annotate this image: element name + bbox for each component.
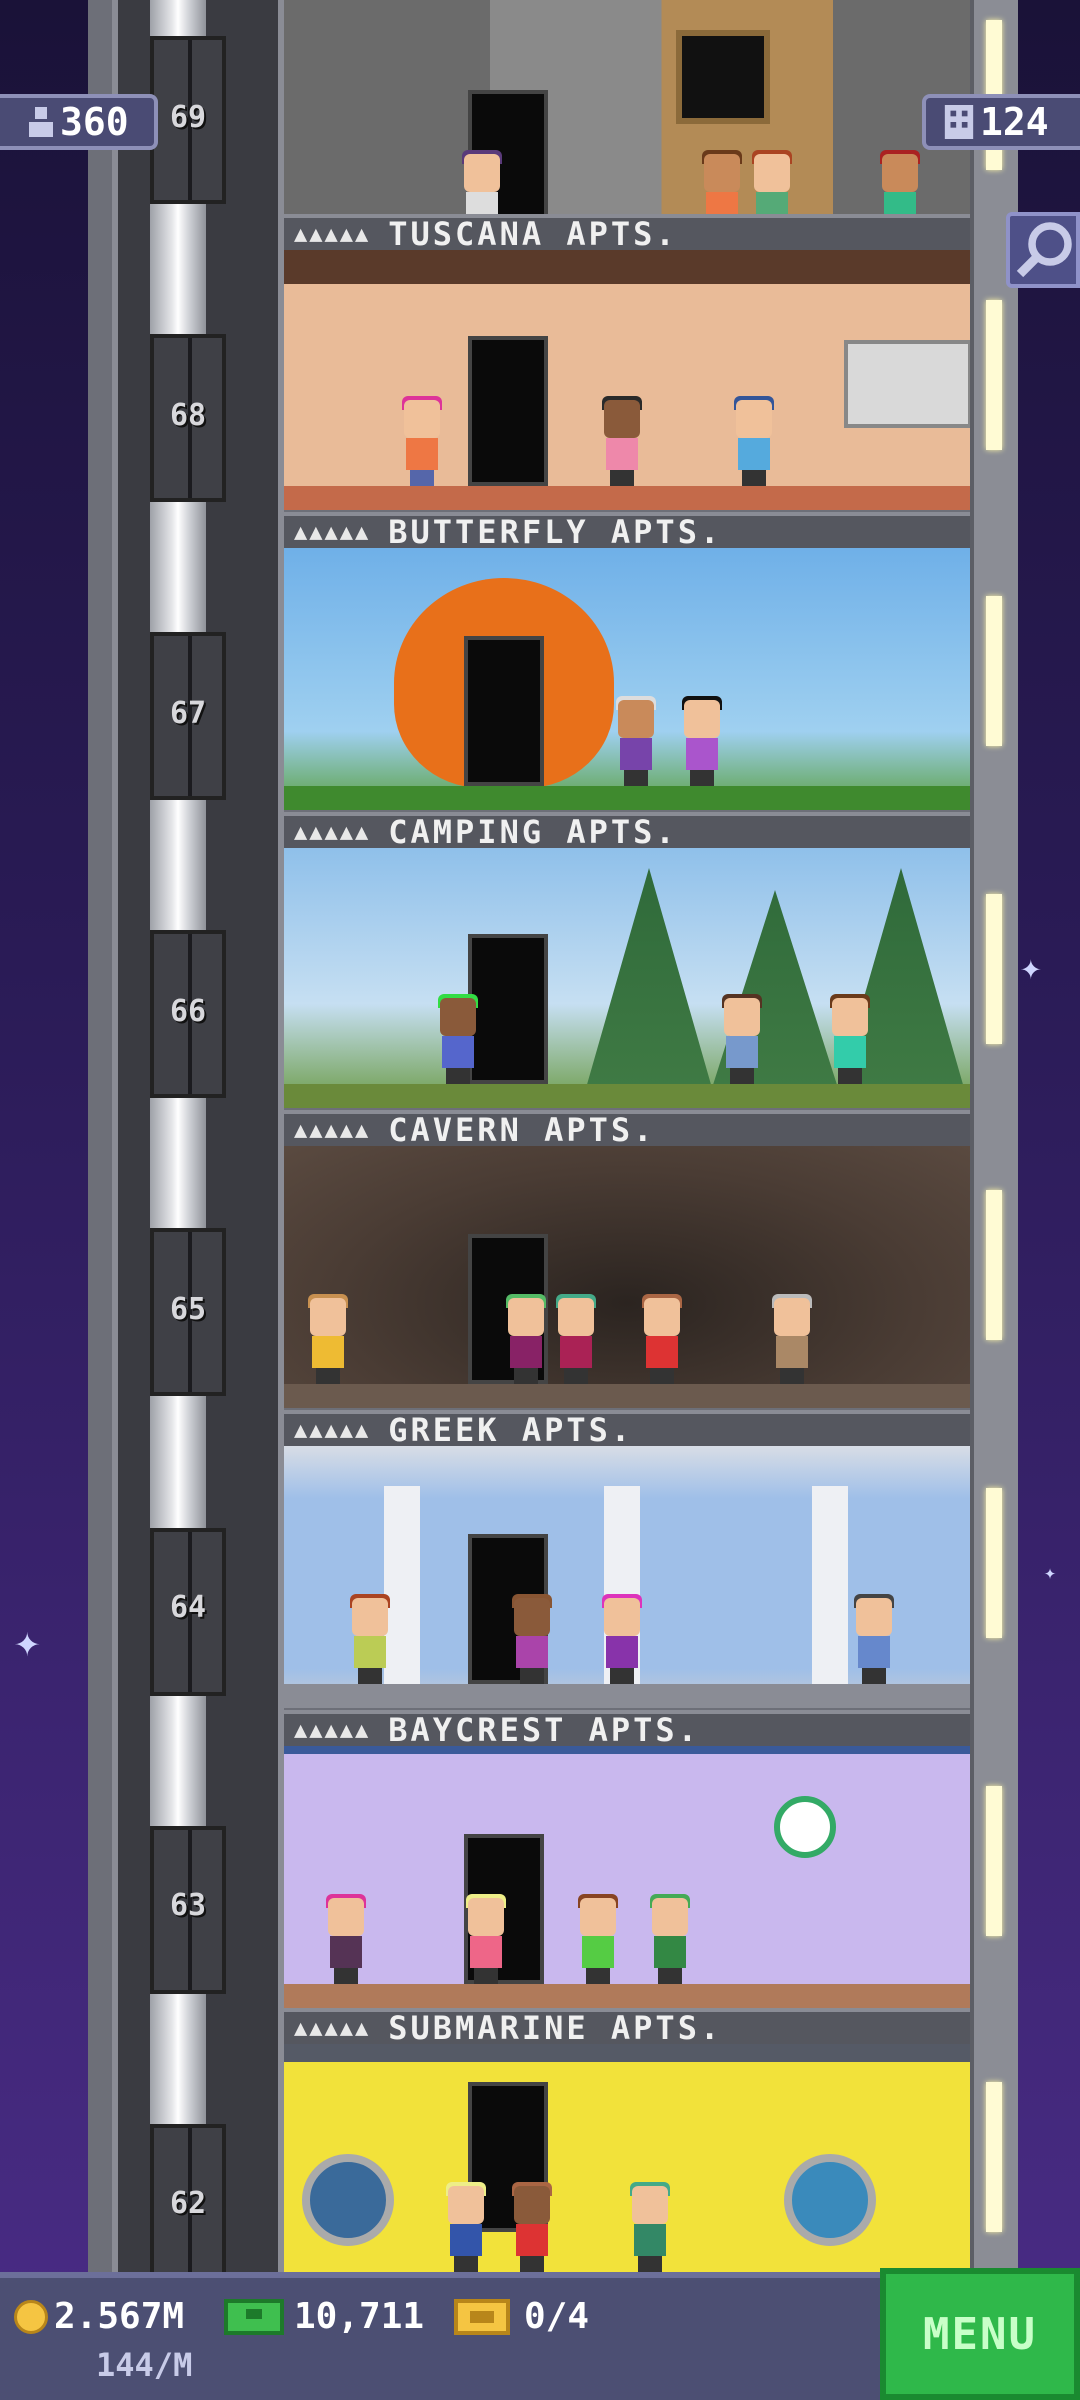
floor-number: 65 xyxy=(169,1292,207,1327)
tenant-sprite[interactable] xyxy=(732,396,776,486)
coins-value: 2.567M xyxy=(54,2296,185,2337)
tenant-sprite[interactable] xyxy=(614,696,658,786)
floor-number: 66 xyxy=(169,994,207,1029)
tower-light xyxy=(986,1488,1002,1638)
tenant-sprite[interactable] xyxy=(554,1294,598,1384)
floor-number: 64 xyxy=(169,1590,207,1625)
coins-stat[interactable]: 2.567M xyxy=(14,2296,184,2337)
tower-light xyxy=(986,2082,1002,2232)
floor-sign[interactable]: ▲▲▲▲▲ GREEK APTS. xyxy=(284,1410,970,1449)
floor-65[interactable] xyxy=(284,1146,970,1408)
star-sparkle: ✦ xyxy=(1020,947,1042,988)
menu-button[interactable]: MENU xyxy=(880,2268,1080,2400)
floor-sign[interactable]: ▲▲▲▲▲ CAMPING APTS. xyxy=(284,812,970,851)
ticket-icon xyxy=(454,2298,510,2335)
floor-number: 69 xyxy=(169,100,207,135)
tower-light xyxy=(986,1786,1002,1936)
building-icon xyxy=(944,105,974,139)
floor-count: 124 xyxy=(980,100,1049,144)
tenant-sprite[interactable] xyxy=(640,1294,684,1384)
floor-67[interactable] xyxy=(284,548,970,810)
tenant-sprite[interactable] xyxy=(348,1594,392,1684)
rating-stars: ▲▲▲▲▲ xyxy=(294,519,371,545)
floor-63[interactable] xyxy=(284,1746,970,2008)
tower-light xyxy=(986,300,1002,450)
tenant-sprite[interactable] xyxy=(436,994,480,1084)
floor-name: BAYCREST APTS. xyxy=(388,1711,700,1749)
floor-name: TUSCANA APTS. xyxy=(388,215,678,253)
menu-label: MENU xyxy=(923,2308,1037,2360)
tower-light xyxy=(986,1190,1002,1340)
tenant-sprite[interactable] xyxy=(828,994,872,1084)
floor-sign[interactable]: ▲▲▲▲▲ CAVERN APTS. xyxy=(284,1110,970,1149)
tenant-sprite[interactable] xyxy=(464,1894,508,1984)
floor-name: BUTTERFLY APTS. xyxy=(388,513,723,551)
tenant-sprite[interactable] xyxy=(770,1294,814,1384)
tenant-sprite[interactable] xyxy=(680,696,724,786)
population-count: 360 xyxy=(60,100,129,144)
star-sparkle: ✦ xyxy=(14,1616,41,1667)
bux-stat[interactable]: 10,711 xyxy=(224,2296,424,2337)
tower-light xyxy=(986,894,1002,1044)
rating-stars: ▲▲▲▲▲ xyxy=(294,1417,371,1443)
bux-icon xyxy=(224,2298,284,2335)
floor-66[interactable] xyxy=(284,848,970,1108)
coins-per-min-value: 144/M xyxy=(96,2346,193,2384)
floor-number: 63 xyxy=(169,1888,207,1923)
rating-stars: ▲▲▲▲▲ xyxy=(294,1117,371,1143)
tickets-value: 0/4 xyxy=(524,2296,590,2337)
floor-name: GREEK APTS. xyxy=(388,1411,634,1449)
floor-name: SUBMARINE APTS. xyxy=(388,2009,723,2047)
tower-light xyxy=(986,596,1002,746)
person-icon xyxy=(29,107,53,137)
tenant-sprite[interactable] xyxy=(720,994,764,1084)
tenant-sprite[interactable] xyxy=(510,1594,554,1684)
magnifier-icon xyxy=(1016,222,1072,278)
rating-stars: ▲▲▲▲▲ xyxy=(294,1717,371,1743)
floor-sign[interactable]: ▲▲▲▲▲ BAYCREST APTS. xyxy=(284,1710,970,1749)
floor-68[interactable] xyxy=(284,250,970,510)
floors-badge[interactable]: 124 xyxy=(922,94,1080,150)
tenant-sprite[interactable] xyxy=(510,2182,554,2272)
bux-value: 10,711 xyxy=(294,2296,425,2337)
search-button[interactable] xyxy=(1006,212,1080,288)
tickets-stat[interactable]: 0/4 xyxy=(454,2296,589,2337)
tenant-sprite[interactable] xyxy=(324,1894,368,1984)
tenant-sprite[interactable] xyxy=(600,396,644,486)
floor-number: 62 xyxy=(169,2186,207,2221)
tenant-sprite[interactable] xyxy=(600,1594,644,1684)
floor-number: 67 xyxy=(169,696,207,731)
star-sparkle: ✦ xyxy=(1044,1560,1057,1584)
tenant-sprite[interactable] xyxy=(628,2182,672,2272)
tenant-sprite[interactable] xyxy=(400,396,444,486)
coins-rate: 144/M xyxy=(96,2346,192,2384)
floor-sign[interactable]: ▲▲▲▲▲ BUTTERFLY APTS. xyxy=(284,512,970,551)
rating-stars: ▲▲▲▲▲ xyxy=(294,221,371,247)
tenant-sprite[interactable] xyxy=(648,1894,692,1984)
rating-stars: ▲▲▲▲▲ xyxy=(294,819,371,845)
tenant-sprite[interactable] xyxy=(444,2182,488,2272)
floor-62[interactable] xyxy=(284,2044,970,2272)
floor-name: CAVERN APTS. xyxy=(388,1111,656,1149)
floor-name: CAMPING APTS. xyxy=(388,813,678,851)
rating-stars: ▲▲▲▲▲ xyxy=(294,2015,371,2041)
floor-64[interactable] xyxy=(284,1446,970,1708)
tenant-sprite[interactable] xyxy=(852,1594,896,1684)
floor-number: 68 xyxy=(169,398,207,433)
tenant-sprite[interactable] xyxy=(306,1294,350,1384)
floor-sign[interactable]: ▲▲▲▲▲ SUBMARINE APTS. xyxy=(284,2008,970,2047)
coin-icon xyxy=(14,2299,48,2334)
floor-sign[interactable]: ▲▲▲▲▲ TUSCANA APTS. xyxy=(284,214,970,253)
population-badge[interactable]: 360 xyxy=(0,94,158,150)
tenant-sprite[interactable] xyxy=(576,1894,620,1984)
tenant-sprite[interactable] xyxy=(504,1294,548,1384)
